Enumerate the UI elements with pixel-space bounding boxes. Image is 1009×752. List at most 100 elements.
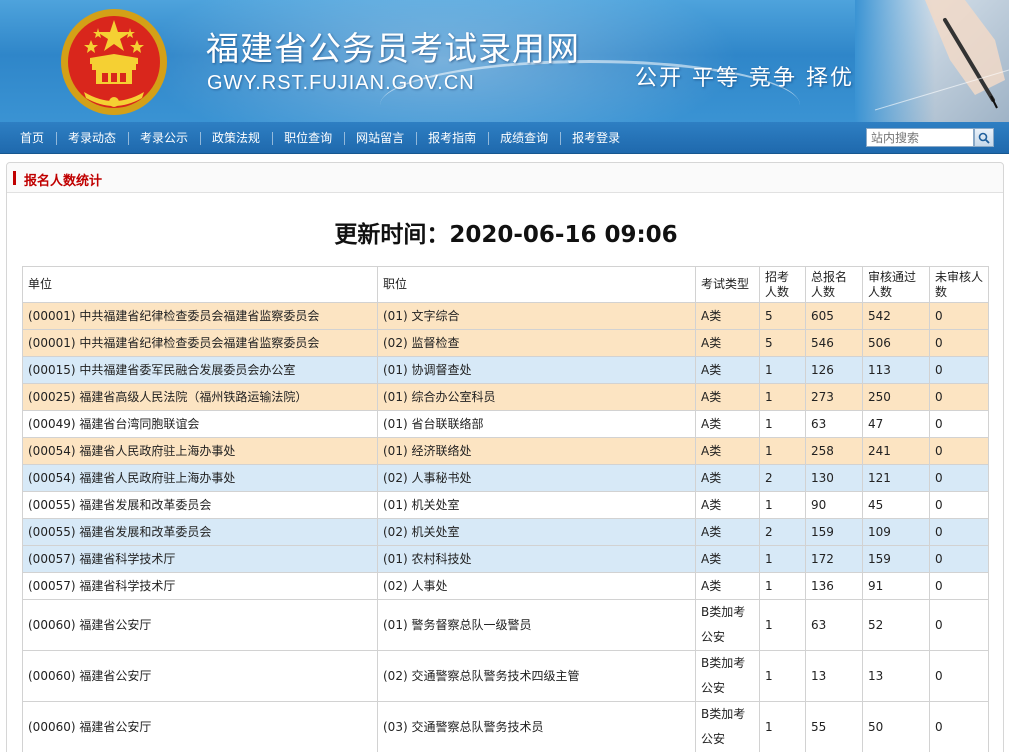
cell-passed: 47	[862, 410, 930, 438]
cell-total: 605	[805, 302, 863, 330]
cell-unit: (00001) 中共福建省纪律检查委员会福建省监察委员会	[22, 329, 378, 357]
cell-position: (01) 综合办公室科员	[377, 383, 696, 411]
cell-passed: 241	[862, 437, 930, 465]
nav-item-news[interactable]: 考录动态	[56, 122, 128, 154]
search-button[interactable]	[974, 128, 994, 147]
nav-item-position-query[interactable]: 职位查询	[272, 122, 344, 154]
cell-recruit: 1	[759, 572, 806, 600]
cell-recruit: 2	[759, 464, 806, 492]
cell-unit: (00049) 福建省台湾同胞联谊会	[22, 410, 378, 438]
panel-header: 报名人数统计	[7, 163, 1003, 193]
nav-item-home[interactable]: 首页	[8, 122, 56, 154]
site-search-input[interactable]	[866, 128, 974, 147]
cell-passed: 45	[862, 491, 930, 519]
nav-item-policy[interactable]: 政策法规	[200, 122, 272, 154]
writing-hand-image	[855, 0, 1009, 122]
cell-exam-type: B类加考公安	[695, 701, 760, 752]
table-header-row: 单位 职位 考试类型 招考人数 总报名人数 审核通过人数 未审核人数	[22, 266, 989, 303]
table-row: (00055) 福建省发展和改革委员会 (01) 机关处室 A类 1 90 45 0	[22, 491, 989, 519]
cell-position: (03) 交通警察总队警务技术员	[377, 701, 696, 752]
cell-pending: 0	[929, 464, 989, 492]
cell-recruit: 1	[759, 701, 806, 752]
pen-hand-icon	[874, 0, 1009, 111]
cell-total: 546	[805, 329, 863, 357]
table-row: (00054) 福建省人民政府驻上海办事处 (02) 人事秘书处 A类 2 130 121…	[22, 464, 989, 492]
cell-passed: 506	[862, 329, 930, 357]
col-header-total: 总报名人数	[805, 266, 863, 303]
cell-unit: (00055) 福建省发展和改革委员会	[22, 518, 378, 546]
cell-pending: 0	[929, 545, 989, 573]
table-row: (00060) 福建省公安厅 (03) 交通警察总队警务技术员 B类加考公安 1 55 5…	[22, 701, 989, 752]
cell-recruit: 1	[759, 383, 806, 411]
cell-total: 63	[805, 599, 863, 651]
cell-pending: 0	[929, 329, 989, 357]
panel-title-bar	[13, 171, 16, 185]
cell-position: (01) 文字综合	[377, 302, 696, 330]
site-url: GWY.RST.FUJIAN.GOV.CN	[207, 72, 475, 94]
table-row: (00025) 福建省高级人民法院（福州铁路运输法院） (01) 综合办公室科员 A…	[22, 383, 989, 411]
col-header-unit: 单位	[22, 266, 378, 303]
cell-recruit: 1	[759, 491, 806, 519]
nav-item-guide[interactable]: 报考指南	[416, 122, 488, 154]
cell-pending: 0	[929, 650, 989, 702]
cell-recruit: 1	[759, 410, 806, 438]
national-emblem-icon	[61, 9, 167, 115]
cell-exam-type: A类	[695, 410, 760, 438]
cell-unit: (00015) 中共福建省委军民融合发展委员会办公室	[22, 356, 378, 384]
cell-recruit: 1	[759, 599, 806, 651]
cell-pending: 0	[929, 491, 989, 519]
cell-recruit: 1	[759, 356, 806, 384]
cell-position: (02) 交通警察总队警务技术四级主管	[377, 650, 696, 702]
registration-stats-table: 单位 职位 考试类型 招考人数 总报名人数 审核通过人数 未审核人数 (0000…	[22, 266, 989, 752]
table-row: (00015) 中共福建省委军民融合发展委员会办公室 (01) 协调督查处 A类 1 1…	[22, 356, 989, 384]
cell-exam-type: A类	[695, 572, 760, 600]
cell-exam-type: B类加考公安	[695, 599, 760, 651]
cell-unit: (00001) 中共福建省纪律检查委员会福建省监察委员会	[22, 302, 378, 330]
cell-position: (01) 警务督察总队一级警员	[377, 599, 696, 651]
col-header-exam-type: 考试类型	[695, 266, 760, 303]
cell-unit: (00060) 福建省公安厅	[22, 650, 378, 702]
cell-passed: 52	[862, 599, 930, 651]
cell-exam-type: A类	[695, 383, 760, 411]
cell-pending: 0	[929, 437, 989, 465]
table-row: (00001) 中共福建省纪律检查委员会福建省监察委员会 (02) 监督检查 A类 5…	[22, 329, 989, 357]
header-banner: 福建省公务员考试录用网 GWY.RST.FUJIAN.GOV.CN 公开 平等 …	[0, 0, 1009, 122]
table-row: (00054) 福建省人民政府驻上海办事处 (01) 经济联络处 A类 1 258 241…	[22, 437, 989, 465]
cell-total: 126	[805, 356, 863, 384]
cell-position: (01) 协调督查处	[377, 356, 696, 384]
stats-panel: 报名人数统计 更新时间：2020-06-16 09:06 单位 职位 考试类型 …	[6, 162, 1004, 752]
cell-passed: 121	[862, 464, 930, 492]
col-header-pending: 未审核人数	[929, 266, 989, 303]
cell-passed: 250	[862, 383, 930, 411]
cell-passed: 91	[862, 572, 930, 600]
cell-unit: (00057) 福建省科学技术厅	[22, 545, 378, 573]
table-row: (00060) 福建省公安厅 (01) 警务督察总队一级警员 B类加考公安 1 63 52…	[22, 599, 989, 651]
cell-recruit: 1	[759, 545, 806, 573]
search-icon	[978, 132, 990, 144]
cell-total: 136	[805, 572, 863, 600]
site-title: 福建省公务员考试录用网	[206, 29, 580, 68]
cell-pending: 0	[929, 599, 989, 651]
cell-passed: 109	[862, 518, 930, 546]
cell-total: 159	[805, 518, 863, 546]
cell-recruit: 5	[759, 302, 806, 330]
nav-item-notice[interactable]: 考录公示	[128, 122, 200, 154]
cell-unit: (00054) 福建省人民政府驻上海办事处	[22, 464, 378, 492]
cell-total: 258	[805, 437, 863, 465]
cell-position: (02) 人事秘书处	[377, 464, 696, 492]
cell-position: (02) 人事处	[377, 572, 696, 600]
cell-recruit: 2	[759, 518, 806, 546]
cell-pending: 0	[929, 302, 989, 330]
cell-exam-type: A类	[695, 329, 760, 357]
nav-item-message[interactable]: 网站留言	[344, 122, 416, 154]
cell-exam-type: A类	[695, 545, 760, 573]
cell-passed: 159	[862, 545, 930, 573]
cell-position: (02) 机关处室	[377, 518, 696, 546]
table-row: (00057) 福建省科学技术厅 (01) 农村科技处 A类 1 172 159 0	[22, 545, 989, 573]
nav-item-score-query[interactable]: 成绩查询	[488, 122, 560, 154]
cell-passed: 50	[862, 701, 930, 752]
cell-total: 172	[805, 545, 863, 573]
cell-exam-type: A类	[695, 491, 760, 519]
nav-item-login[interactable]: 报考登录	[560, 122, 632, 154]
col-header-passed: 审核通过人数	[862, 266, 930, 303]
